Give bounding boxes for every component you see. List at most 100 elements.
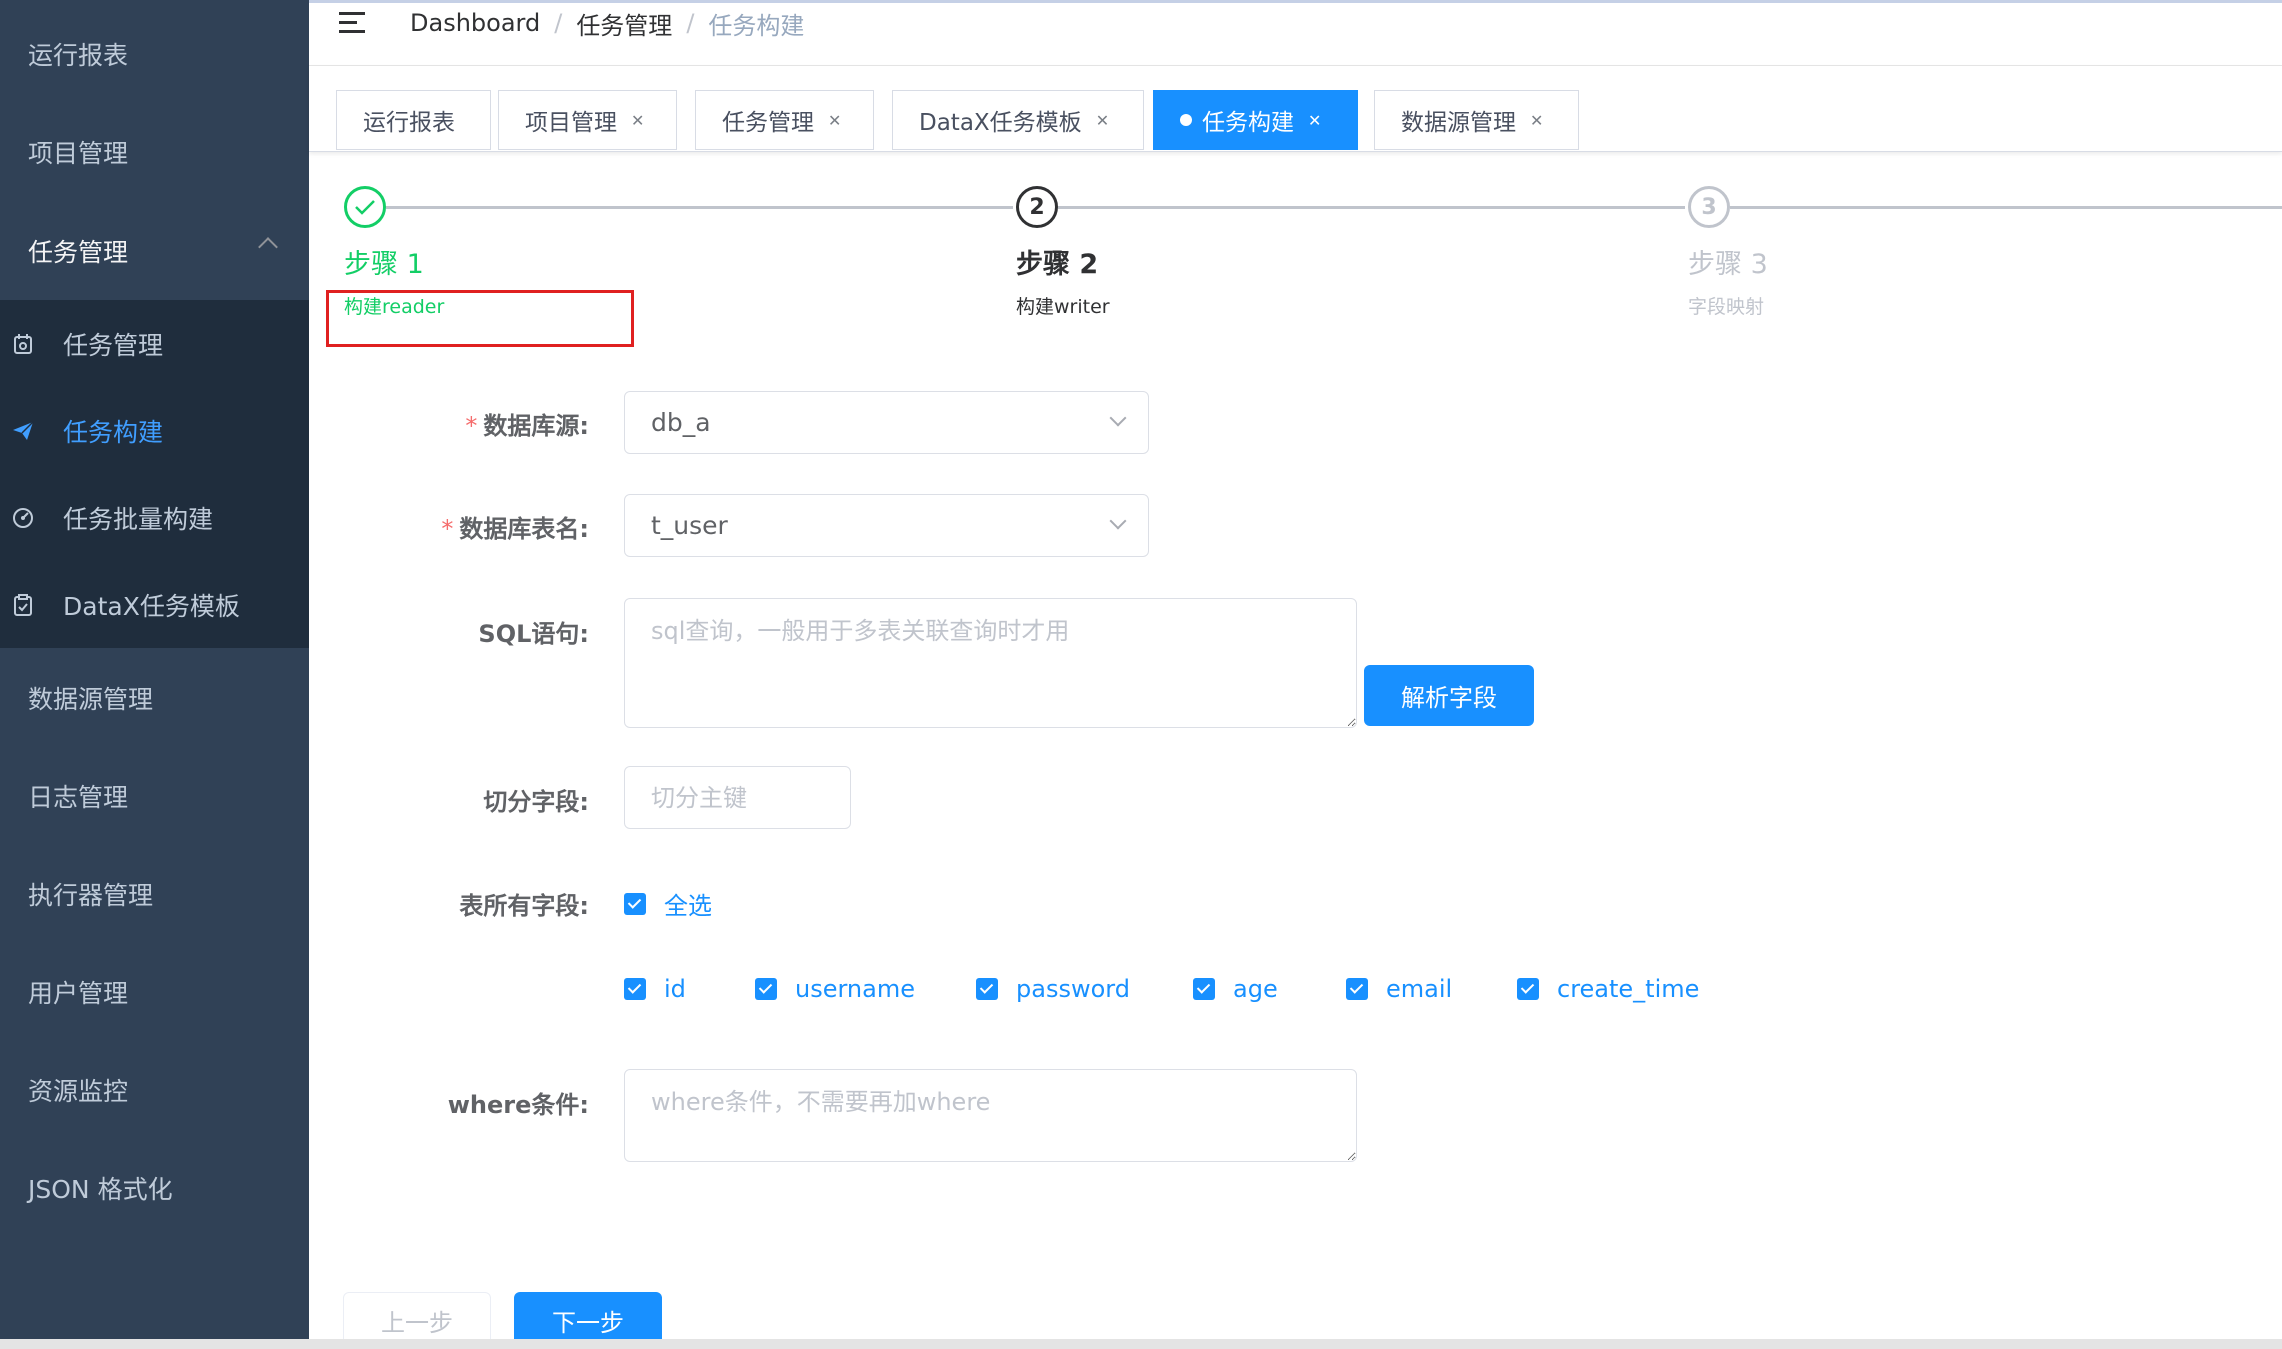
sidebar-item-label: JSON 格式化	[28, 1175, 173, 1204]
sidebar-item-log-management[interactable]: 日志管理	[0, 747, 309, 845]
tag-label: DataX任务模板	[919, 110, 1082, 136]
parse-fields-button[interactable]: 解析字段	[1364, 665, 1534, 726]
tag-datasource-management[interactable]: 数据源管理 ✕	[1374, 90, 1579, 150]
tag-label: 项目管理	[525, 110, 617, 136]
calendar-icon	[12, 333, 34, 355]
tag-label: 任务构建	[1202, 110, 1294, 136]
sidebar-item-json-format[interactable]: JSON 格式化	[0, 1139, 309, 1237]
all-fields-label: 表所有字段:	[459, 892, 589, 920]
breadcrumb-separator: /	[554, 9, 563, 37]
step-2-title: 步骤 2	[1016, 249, 1099, 280]
step-1-title: 步骤 1	[344, 249, 424, 280]
step-connector-line	[1730, 206, 2282, 209]
field-checkbox-username[interactable]: username	[755, 975, 915, 1003]
tag-label: 运行报表	[363, 110, 455, 136]
sidebar-subitem-task-build[interactable]: 任务构建	[0, 387, 309, 474]
tag-label: 任务管理	[722, 110, 814, 136]
sql-textarea[interactable]	[624, 598, 1357, 728]
step-2-description: 构建writer	[1016, 296, 1110, 318]
field-checkbox-create-time[interactable]: create_time	[1517, 975, 1699, 1003]
step-3-description: 字段映射	[1688, 296, 1765, 318]
paper-plane-icon	[12, 420, 34, 442]
step-connector-line	[386, 206, 1013, 209]
sidebar-item-label: 数据源管理	[28, 685, 154, 714]
sidebar-item-resource-monitor[interactable]: 资源监控	[0, 1041, 309, 1139]
field-checkbox-email[interactable]: email	[1346, 975, 1452, 1003]
checkbox-checked-icon	[1346, 978, 1368, 1000]
horizontal-scrollbar[interactable]	[0, 1339, 2282, 1349]
checkbox-checked-icon	[624, 892, 646, 915]
navbar: Dashboard / 任务管理 / 任务构建	[309, 0, 2282, 66]
where-textarea[interactable]	[624, 1069, 1357, 1162]
datasource-value: db_a	[651, 408, 711, 437]
tag-task-build[interactable]: 任务构建 ✕	[1153, 90, 1358, 150]
checkbox-checked-icon	[624, 978, 646, 1000]
step-3-title: 步骤 3	[1688, 249, 1768, 280]
step-connector-line	[1058, 206, 1685, 209]
breadcrumb-parent: 任务管理	[576, 11, 673, 40]
field-checkbox-id[interactable]: id	[624, 975, 686, 1003]
table-value: t_user	[651, 511, 728, 540]
sidebar-subitem-datax-template[interactable]: DataX任务模板	[0, 561, 309, 648]
breadcrumb-current: 任务构建	[708, 11, 805, 40]
clipboard-icon	[12, 593, 34, 616]
table-select[interactable]: t_user	[624, 494, 1149, 557]
datasource-label: * 数据库源:	[465, 412, 589, 440]
tag-project-management[interactable]: 项目管理 ✕	[498, 90, 677, 150]
chevron-up-icon	[258, 237, 278, 257]
submenu-task-management: 任务管理 任务构建 任务批量构建 DataX任务模板	[0, 300, 309, 648]
sidebar-item-label: 执行器管理	[28, 881, 154, 910]
table-label: * 数据库表名:	[441, 515, 589, 543]
step-3-icon: 3	[1688, 186, 1730, 228]
close-icon[interactable]: ✕	[1530, 111, 1543, 130]
sidebar-subitem-task-management[interactable]: 任务管理	[0, 300, 309, 387]
sidebar: 运行报表 项目管理 任务管理 任务管理 任务构建 任务批量构建 DataX任务模…	[0, 0, 309, 1349]
hamburger-menu-icon[interactable]	[339, 10, 369, 36]
tag-task-management[interactable]: 任务管理 ✕	[695, 90, 874, 150]
close-icon[interactable]: ✕	[631, 111, 644, 130]
sidebar-item-datasource-management[interactable]: 数据源管理	[0, 649, 309, 747]
sidebar-item-label: 资源监控	[28, 1077, 129, 1106]
datasource-select[interactable]: db_a	[624, 391, 1149, 454]
sidebar-item-label: 项目管理	[28, 139, 129, 168]
checkbox-checked-icon	[1517, 978, 1539, 1000]
field-checkbox-age[interactable]: age	[1193, 975, 1278, 1003]
where-label: where条件:	[447, 1091, 589, 1119]
breadcrumb-home[interactable]: Dashboard	[410, 9, 540, 37]
close-icon[interactable]: ✕	[1308, 111, 1321, 130]
active-dot-icon	[1180, 114, 1192, 126]
close-icon[interactable]: ✕	[828, 111, 841, 130]
sidebar-item-user-management[interactable]: 用户管理	[0, 943, 309, 1041]
tag-label: 数据源管理	[1401, 110, 1516, 136]
breadcrumb: Dashboard / 任务管理 / 任务构建	[410, 3, 804, 43]
sidebar-subitem-batch-build[interactable]: 任务批量构建	[0, 474, 309, 561]
chevron-down-icon	[1109, 512, 1127, 530]
sidebar-subitem-label: DataX任务模板	[63, 591, 240, 621]
sidebar-item-run-report[interactable]: 运行报表	[0, 5, 309, 103]
checkbox-checked-icon	[755, 978, 777, 1000]
step-1-icon	[344, 186, 386, 228]
sidebar-item-executor-management[interactable]: 执行器管理	[0, 845, 309, 943]
checkbox-checked-icon	[1193, 978, 1215, 1000]
sidebar-item-task-management[interactable]: 任务管理	[0, 202, 309, 300]
checkbox-checked-icon	[976, 978, 998, 1000]
sidebar-item-label: 用户管理	[28, 979, 129, 1008]
split-label: 切分字段:	[483, 788, 589, 816]
dashboard-icon	[12, 507, 34, 529]
sidebar-item-label: 日志管理	[28, 783, 129, 812]
tag-run-report[interactable]: 运行报表	[336, 90, 491, 150]
chevron-down-icon	[1109, 409, 1127, 427]
tag-datax-template[interactable]: DataX任务模板 ✕	[892, 90, 1144, 150]
sidebar-item-label: 任务管理	[28, 238, 129, 267]
close-icon[interactable]: ✕	[1096, 111, 1109, 130]
breadcrumb-separator: /	[686, 9, 695, 37]
highlight-box	[326, 290, 634, 347]
step-2-icon: 2	[1016, 186, 1058, 228]
tags-view: 运行报表 项目管理 ✕ 任务管理 ✕ DataX任务模板 ✕ 任务构建 ✕ 数据…	[309, 66, 2282, 152]
select-all-checkbox[interactable]: 全选	[624, 886, 712, 921]
sidebar-item-label: 运行报表	[28, 41, 129, 70]
sidebar-item-project-management[interactable]: 项目管理	[0, 103, 309, 201]
sql-label: SQL语句:	[478, 620, 589, 648]
field-checkbox-password[interactable]: password	[976, 975, 1130, 1003]
split-field-input[interactable]	[624, 766, 851, 829]
